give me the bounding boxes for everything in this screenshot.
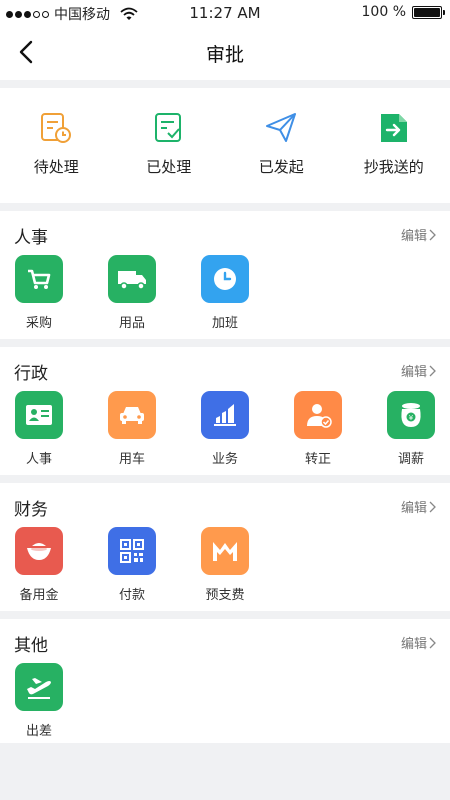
edit-button[interactable]: 编辑	[401, 361, 436, 380]
section-finance: 财务 编辑 备用金 付款 预支费	[0, 483, 450, 611]
back-arrow-icon	[19, 40, 33, 64]
edit-label: 编辑	[400, 365, 427, 380]
cc-me-label: 抄我送的	[363, 158, 424, 176]
car-icon	[108, 391, 156, 439]
airplane-icon	[15, 663, 63, 711]
processed-doc-check-icon	[154, 113, 181, 142]
app-personnel[interactable]: 人事	[15, 391, 63, 467]
processed-label: 已处理	[146, 158, 192, 176]
items-row: 出差	[0, 663, 450, 739]
items-row: 采购 用品 加班	[0, 255, 450, 331]
section-header: 人事 编辑	[0, 211, 450, 255]
battery-percent: 100 %	[361, 4, 406, 20]
items-row: 备用金 付款 预支费	[0, 527, 450, 603]
pending-button[interactable]: 待处理	[0, 88, 113, 203]
app-petty-cash[interactable]: 备用金	[15, 527, 63, 603]
edit-button[interactable]: 编辑	[401, 633, 436, 652]
app-label: 备用金	[19, 588, 59, 603]
app-payment[interactable]: 付款	[108, 527, 156, 603]
app-overtime[interactable]: 加班	[201, 255, 249, 331]
initiated-label: 已发起	[258, 158, 304, 176]
battery-icon	[412, 5, 445, 19]
cc-doc-arrow-icon	[380, 114, 407, 142]
app-salary-adjust[interactable]: ¥ 调薪	[387, 391, 435, 467]
app-label: 出差	[25, 724, 52, 739]
qr-code-icon	[108, 527, 156, 575]
app-label: 业务	[211, 452, 238, 467]
app-label: 转正	[304, 452, 331, 467]
app-label: 预支费	[205, 588, 245, 603]
svg-text:¥: ¥	[409, 414, 414, 422]
app-label: 人事	[25, 452, 52, 467]
chevron-right-icon	[429, 365, 436, 376]
approval-status-bar: 待处理 已处理 已发起 抄我送的	[0, 88, 450, 203]
app-business[interactable]: 业务	[201, 391, 249, 467]
bar-chart-icon	[201, 391, 249, 439]
money-jar-icon: ¥	[387, 391, 435, 439]
section-header: 财务 编辑	[0, 483, 450, 527]
id-card-icon	[15, 391, 63, 439]
section-title: 行政	[14, 364, 48, 384]
section-other: 其他 编辑 出差	[0, 619, 450, 743]
pending-doc-clock-icon	[41, 113, 72, 143]
shopping-cart-icon	[15, 255, 63, 303]
edit-label: 编辑	[400, 229, 427, 244]
paper-plane-icon	[266, 113, 297, 142]
section-title: 人事	[14, 228, 48, 248]
clock-icon	[201, 255, 249, 303]
section-admin: 行政 编辑 人事 用车 业务 转正 ¥ 调薪	[0, 347, 450, 475]
battery-level	[414, 7, 440, 17]
chevron-right-icon	[429, 637, 436, 648]
app-supplies[interactable]: 用品	[108, 255, 156, 331]
app-label: 付款	[118, 588, 145, 603]
items-row: 人事 用车 业务 转正 ¥ 调薪	[0, 391, 450, 467]
app-label: 采购	[25, 316, 52, 331]
app-purchase[interactable]: 采购	[15, 255, 63, 331]
page-title: 审批	[205, 44, 244, 66]
section-header: 行政 编辑	[0, 347, 450, 391]
chevron-right-icon	[429, 501, 436, 512]
app-advance-fee[interactable]: 预支费	[201, 527, 249, 603]
edit-label: 编辑	[400, 637, 427, 652]
advance-chart-icon	[201, 527, 249, 575]
back-button[interactable]	[8, 34, 44, 70]
processed-button[interactable]: 已处理	[113, 88, 226, 203]
pending-label: 待处理	[33, 158, 79, 176]
edit-label: 编辑	[400, 501, 427, 516]
section-title: 其他	[14, 636, 48, 656]
edit-button[interactable]: 编辑	[401, 225, 436, 244]
app-label: 调薪	[397, 452, 424, 467]
app-label: 用品	[118, 316, 145, 331]
section-title: 财务	[14, 500, 48, 520]
app-label: 用车	[118, 452, 145, 467]
section-header: 其他 编辑	[0, 619, 450, 663]
status-right: 100 %	[361, 4, 445, 20]
user-check-icon	[294, 391, 342, 439]
truck-icon	[108, 255, 156, 303]
edit-button[interactable]: 编辑	[401, 497, 436, 516]
app-business-trip[interactable]: 出差	[15, 663, 63, 739]
status-bar: 中国移动 11:27 AM 100 %	[0, 0, 450, 24]
gold-ingot-icon	[15, 527, 63, 575]
app-label: 加班	[211, 316, 238, 331]
initiated-button[interactable]: 已发起	[225, 88, 338, 203]
app-regularization[interactable]: 转正	[294, 391, 342, 467]
app-car[interactable]: 用车	[108, 391, 156, 467]
section-hr: 人事 编辑 采购 用品 加班	[0, 211, 450, 339]
cc-me-button[interactable]: 抄我送的	[338, 88, 450, 203]
nav-bar: 审批	[0, 24, 450, 80]
chevron-right-icon	[429, 229, 436, 240]
